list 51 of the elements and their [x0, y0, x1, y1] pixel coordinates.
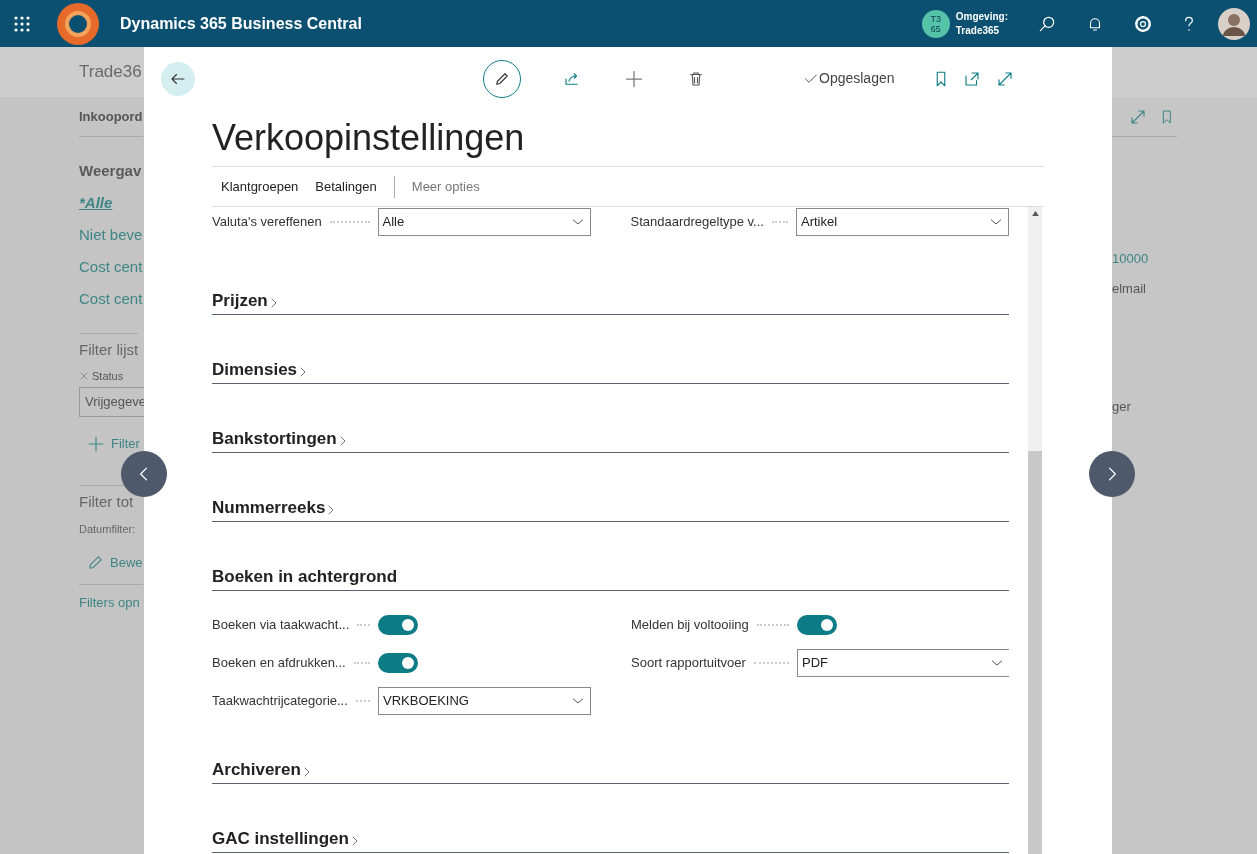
trash-icon[interactable] [687, 69, 705, 88]
dropdown-field[interactable]: VRKBOEKING [378, 687, 591, 715]
section-heading: Weergav [79, 161, 142, 181]
field-value: elmail [1112, 280, 1146, 298]
field-label: Boeken via taakwacht... [212, 616, 350, 635]
app-title: Dynamics 365 Business Central [120, 13, 362, 34]
field-label: Standaardregeltype v... [630, 213, 764, 232]
open-in-new-window-icon[interactable] [962, 69, 981, 88]
section-heading[interactable]: GAC instellingen [212, 829, 361, 849]
field-label: Boeken en afdrukken... [212, 654, 346, 673]
field-label: Soort rapportuitvoer [631, 654, 746, 673]
section-heading[interactable]: Archiveren [212, 760, 313, 780]
saved-status: Opgeslagen [819, 69, 895, 88]
tab-label[interactable]: Inkoopord [79, 106, 143, 127]
plus-icon[interactable] [624, 68, 644, 89]
caption: Datumfilter: [79, 522, 136, 537]
environment-name: Trade365 [955, 23, 1001, 38]
scroll-up-icon[interactable] [1031, 211, 1039, 216]
field-value: ger [1112, 398, 1131, 416]
toggle-switch[interactable] [378, 653, 418, 673]
section-heading[interactable]: Boeken in achtergrond [212, 567, 398, 587]
field-label: Melden bij voltooiing [631, 616, 749, 635]
section-heading[interactable]: Bankstortingen [212, 429, 349, 449]
environment-label: Omgeving: [955, 9, 1008, 24]
field-label: Taakwachtrijcategorie... [212, 692, 348, 711]
expand-icon[interactable] [1129, 107, 1147, 126]
dropdown-field[interactable]: PDF [797, 649, 1009, 677]
toggle-switch[interactable] [378, 615, 418, 635]
avatar-icon[interactable] [1218, 7, 1250, 40]
expand-icon[interactable] [995, 69, 1014, 88]
action-button[interactable]: Klantgroepen [221, 176, 299, 197]
section-heading[interactable]: Prijzen [212, 291, 280, 311]
page-title: Verkoopinstellingen [212, 116, 525, 160]
dropdown-field[interactable]: Alle [377, 208, 591, 236]
pencil-icon [87, 554, 104, 571]
app-launcher-icon[interactable] [13, 14, 31, 33]
section-heading[interactable]: Nummerreeks [212, 498, 338, 518]
page-title: Trade36 [79, 61, 142, 84]
avatar-badge: T3 65 [921, 9, 950, 38]
action-button[interactable]: Betalingen [315, 176, 377, 197]
back-button[interactable] [161, 61, 195, 96]
settings-icon[interactable] [1133, 13, 1153, 34]
scrollbar[interactable] [1028, 207, 1042, 854]
section-heading[interactable]: Dimensies [212, 360, 310, 380]
dropdown-field[interactable]: Artikel [796, 208, 1009, 236]
toggle-switch[interactable] [797, 615, 837, 635]
filter-heading: Filter lijst [79, 333, 139, 365]
filter-label: Status [92, 368, 124, 384]
more-options-button[interactable]: Meer opties [411, 176, 480, 197]
plus-icon [87, 435, 105, 453]
field-label: Valuta's vereffenen [212, 213, 322, 232]
